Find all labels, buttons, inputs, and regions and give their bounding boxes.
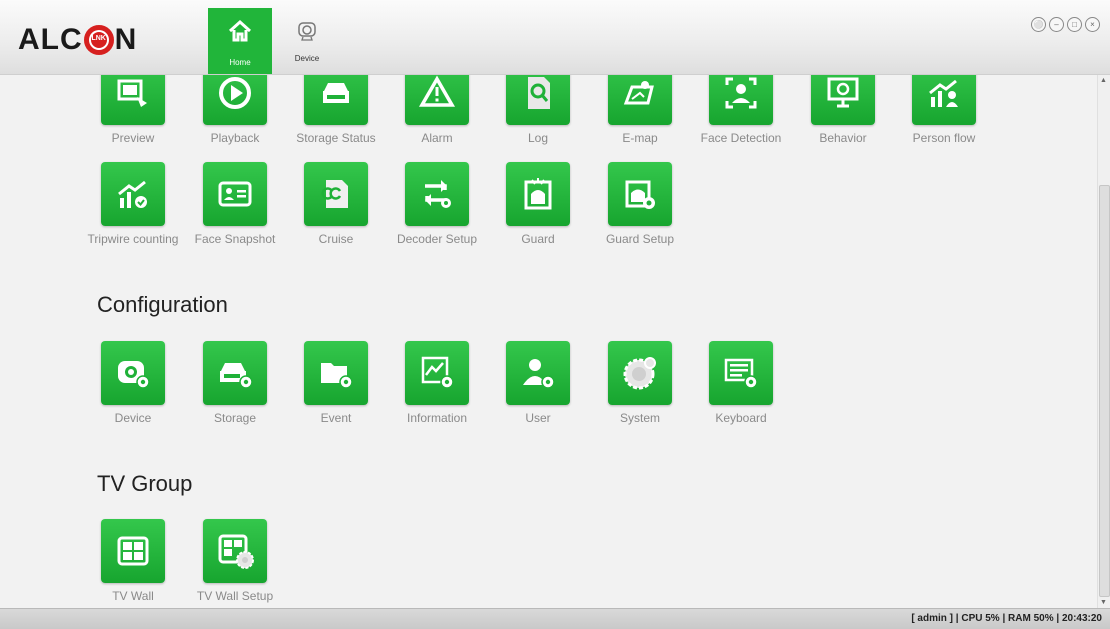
face-snapshot-icon	[203, 162, 267, 226]
tile-label: Keyboard	[715, 411, 767, 425]
tile-label: Face Detection	[700, 131, 782, 145]
logo-ring-text: LNK	[91, 35, 106, 42]
tile-guard[interactable]: Guard	[488, 162, 588, 246]
tile-tv-wall[interactable]: TV Wall	[83, 519, 183, 603]
top-bar: ALC LNK N Home Device ⚪ – □ ×	[0, 0, 1110, 75]
guard-icon	[506, 162, 570, 226]
tile-label: E-map	[622, 131, 658, 145]
vertical-scrollbar[interactable]: ▲ ▼	[1097, 75, 1110, 608]
tv-wall-icon	[101, 519, 165, 583]
tile-label: Event	[320, 411, 352, 425]
tile-label: Information	[406, 411, 468, 425]
emap-icon	[608, 75, 672, 125]
information-icon	[405, 341, 469, 405]
user-config-icon	[506, 341, 570, 405]
behavior-icon	[811, 75, 875, 125]
tile-tripwire-counting[interactable]: Tripwire counting	[83, 162, 183, 246]
tile-device[interactable]: Device	[83, 341, 183, 425]
tile-event[interactable]: Event	[286, 341, 386, 425]
keyboard-config-icon	[709, 341, 773, 405]
log-icon	[506, 75, 570, 125]
device-config-icon	[101, 341, 165, 405]
tab-home[interactable]: Home	[208, 8, 272, 74]
tile-label: Guard	[521, 232, 555, 246]
tile-person-flow[interactable]: Person flow	[894, 75, 994, 145]
tile-face-snapshot[interactable]: Face Snapshot	[185, 162, 285, 246]
section-title-tv-group: TV Group	[97, 471, 193, 496]
main-content: Preview Playback Storage Status Alarm Lo…	[0, 75, 1098, 608]
tile-label: Guard Setup	[605, 232, 675, 246]
tile-label: Decoder Setup	[396, 232, 478, 246]
tile-alarm[interactable]: Alarm	[387, 75, 487, 145]
tile-label: Device	[114, 411, 152, 425]
face-detection-icon	[709, 75, 773, 125]
tab-home-label: Home	[229, 58, 251, 67]
system-gear-icon	[608, 341, 672, 405]
preview-icon	[101, 75, 165, 125]
tile-label: Log	[527, 131, 549, 145]
tile-label: TV Wall	[112, 589, 154, 603]
tile-playback[interactable]: Playback	[185, 75, 285, 145]
event-config-icon	[304, 341, 368, 405]
tile-storage-status[interactable]: Storage Status	[286, 75, 386, 145]
tv-wall-setup-icon	[203, 519, 267, 583]
tab-device[interactable]: Device	[275, 8, 339, 74]
tile-label: Alarm	[421, 131, 453, 145]
scroll-up-icon[interactable]: ▲	[1100, 77, 1107, 84]
close-icon[interactable]: ×	[1085, 17, 1100, 32]
section-title-configuration: Configuration	[97, 292, 228, 317]
tile-information[interactable]: Information	[387, 341, 487, 425]
tile-label: Tripwire counting	[87, 232, 179, 246]
decoder-setup-icon	[405, 162, 469, 226]
storage-status-icon	[304, 75, 368, 125]
person-flow-icon	[912, 75, 976, 125]
cruise-icon	[304, 162, 368, 226]
tile-tv-wall-setup[interactable]: TV Wall Setup	[185, 519, 285, 603]
tile-preview[interactable]: Preview	[83, 75, 183, 145]
logo-text-right: N	[114, 23, 138, 56]
guard-setup-icon	[608, 162, 672, 226]
lock-icon[interactable]: ⚪	[1031, 17, 1046, 32]
home-icon	[227, 16, 253, 46]
tile-keyboard[interactable]: Keyboard	[691, 341, 791, 425]
tab-device-label: Device	[294, 54, 320, 63]
tile-label: Person flow	[912, 131, 976, 145]
restore-icon[interactable]: □	[1067, 17, 1082, 32]
tile-label: Storage	[213, 411, 257, 425]
tile-user[interactable]: User	[488, 341, 588, 425]
storage-config-icon	[203, 341, 267, 405]
tile-label: Face Snapshot	[194, 232, 276, 246]
tile-guard-setup[interactable]: Guard Setup	[590, 162, 690, 246]
tripwire-counting-icon	[101, 162, 165, 226]
status-text: [ admin ] | CPU 5% | RAM 50% | 20:43:20	[911, 613, 1102, 624]
tile-face-detection[interactable]: Face Detection	[691, 75, 791, 145]
tile-label: Preview	[111, 131, 155, 145]
tile-emap[interactable]: E-map	[590, 75, 690, 145]
scroll-down-icon[interactable]: ▼	[1100, 599, 1107, 606]
tile-cruise[interactable]: Cruise	[286, 162, 386, 246]
tile-label: Playback	[210, 131, 260, 145]
tile-decoder-setup[interactable]: Decoder Setup	[387, 162, 487, 246]
tile-label: TV Wall Setup	[196, 589, 274, 603]
tile-label: Cruise	[318, 232, 354, 246]
tile-storage[interactable]: Storage	[185, 341, 285, 425]
tile-label: User	[525, 411, 551, 425]
device-icon	[296, 16, 318, 46]
tile-label: Storage Status	[296, 131, 376, 145]
window-controls: ⚪ – □ ×	[1031, 17, 1100, 32]
minimize-icon[interactable]: –	[1049, 17, 1064, 32]
tile-label: System	[619, 411, 660, 425]
playback-icon	[203, 75, 267, 125]
scrollbar-thumb[interactable]	[1099, 185, 1110, 597]
alcon-logo: ALC LNK N	[18, 22, 137, 58]
tile-behavior[interactable]: Behavior	[793, 75, 893, 145]
tile-label: Behavior	[819, 131, 867, 145]
logo-ring: LNK	[83, 25, 114, 55]
tile-system[interactable]: System	[590, 341, 690, 425]
alarm-icon	[405, 75, 469, 125]
status-bar: [ admin ] | CPU 5% | RAM 50% | 20:43:20	[0, 608, 1110, 629]
tile-log[interactable]: Log	[488, 75, 588, 145]
logo-text-left: ALC	[18, 23, 83, 56]
